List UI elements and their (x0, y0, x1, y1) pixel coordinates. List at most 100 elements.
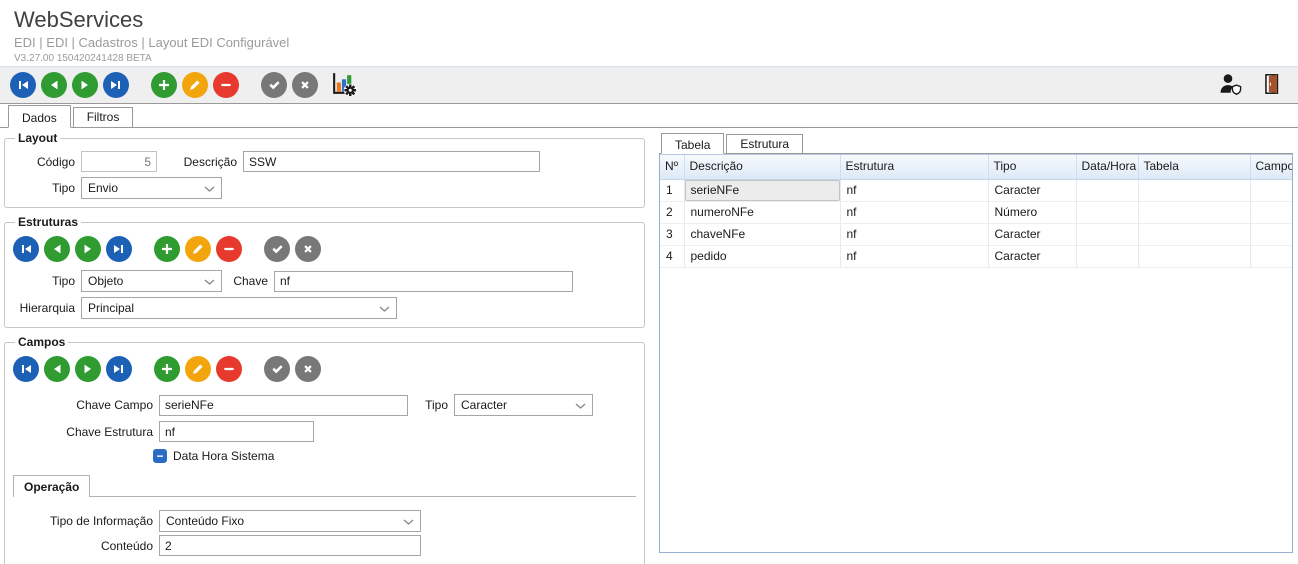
estruturas-nav-previous-button[interactable] (44, 236, 70, 262)
table-cell-selected[interactable]: serieNFe (684, 179, 840, 201)
estruturas-add-button[interactable] (154, 236, 180, 262)
campos-legend: Campos (15, 335, 68, 349)
campos-check-icon (269, 361, 285, 377)
campos-nav-first-button[interactable] (13, 356, 39, 382)
main-add-button[interactable] (151, 72, 177, 98)
campos-nav-next-button[interactable] (75, 356, 101, 382)
main-confirm-button[interactable] (261, 72, 287, 98)
hierarquia-select[interactable]: Principal (81, 297, 397, 319)
exit-button[interactable] (1260, 72, 1282, 99)
campos-add-button[interactable] (154, 356, 180, 382)
main-edit-button[interactable] (182, 72, 208, 98)
estruturas-delete-button[interactable] (216, 236, 242, 262)
campos-previous-icon (49, 361, 65, 377)
table-cell[interactable] (1250, 179, 1292, 201)
table-cell[interactable]: Caracter (988, 245, 1076, 267)
layout-tipo-select[interactable]: Envio (81, 177, 222, 199)
column-header-0[interactable]: Nº (660, 155, 684, 179)
table-cell[interactable] (1076, 245, 1138, 267)
table-cell[interactable]: 2 (660, 201, 684, 223)
table-cell[interactable] (1138, 245, 1250, 267)
table-cell[interactable]: nf (840, 245, 988, 267)
table-row: 2numeroNFenfNúmero (660, 201, 1292, 223)
table-cell[interactable] (1076, 179, 1138, 201)
table-cell[interactable]: 4 (660, 245, 684, 267)
column-header-1[interactable]: Descrição (684, 155, 840, 179)
campos-tipo-label: Tipo (408, 398, 448, 412)
main-nav-next-button[interactable] (72, 72, 98, 98)
table-cell[interactable] (1138, 201, 1250, 223)
main-last-icon (108, 77, 124, 93)
campos-tipo-select[interactable]: Caracter (454, 394, 593, 416)
table-cell[interactable]: chaveNFe (684, 223, 840, 245)
estruturas-edit-button[interactable] (185, 236, 211, 262)
main-minus-icon (218, 77, 234, 93)
codigo-field[interactable] (81, 151, 157, 172)
chart-settings-button[interactable] (330, 70, 357, 100)
tab-dados[interactable]: Dados (8, 105, 71, 128)
column-header-4[interactable]: Data/Hora (1076, 155, 1138, 179)
campos-confirm-button[interactable] (264, 356, 290, 382)
estruturas-previous-icon (49, 241, 65, 257)
campos-delete-button[interactable] (216, 356, 242, 382)
table-cell[interactable] (1250, 223, 1292, 245)
table-cell[interactable] (1250, 201, 1292, 223)
estruturas-nav-first-button[interactable] (13, 236, 39, 262)
descricao-label: Descrição (157, 155, 237, 169)
tab-filtros[interactable]: Filtros (73, 107, 134, 127)
table-cell[interactable]: numeroNFe (684, 201, 840, 223)
user-permissions-button[interactable] (1218, 72, 1242, 99)
chave-field[interactable] (274, 271, 573, 292)
table-cell[interactable] (1138, 223, 1250, 245)
tab-operacao[interactable]: Operação (13, 475, 90, 497)
main-nav-previous-button[interactable] (41, 72, 67, 98)
main-nav-last-button[interactable] (103, 72, 129, 98)
table-cell[interactable]: Caracter (988, 179, 1076, 201)
table-cell[interactable]: Caracter (988, 223, 1076, 245)
table-row: 1serieNFenfCaracter (660, 179, 1292, 201)
table-cell[interactable]: nf (840, 223, 988, 245)
estruturas-nav-last-button[interactable] (106, 236, 132, 262)
column-header-6[interactable]: Campo (1250, 155, 1292, 179)
fields-table-container: NºDescriçãoEstruturaTipoData/HoraTabelaC… (659, 154, 1293, 553)
table-cell[interactable]: Número (988, 201, 1076, 223)
campos-nav-previous-button[interactable] (44, 356, 70, 382)
estruturas-tipo-select[interactable]: Objeto (81, 270, 222, 292)
bar-chart-gear-icon (330, 70, 357, 100)
table-cell[interactable] (1076, 223, 1138, 245)
data-hora-sistema-checkbox[interactable]: − (153, 449, 167, 463)
campos-cancel-button[interactable] (295, 356, 321, 382)
main-cancel-button[interactable] (292, 72, 318, 98)
table-cell[interactable]: pedido (684, 245, 840, 267)
descricao-field[interactable] (243, 151, 540, 172)
estruturas-cancel-button[interactable] (295, 236, 321, 262)
chave-estrutura-field[interactable] (159, 421, 314, 442)
layout-legend: Layout (15, 131, 60, 145)
main-nav-first-button[interactable] (10, 72, 36, 98)
table-cell[interactable]: nf (840, 201, 988, 223)
fields-table: NºDescriçãoEstruturaTipoData/HoraTabelaC… (660, 155, 1292, 268)
table-cell[interactable] (1138, 179, 1250, 201)
table-cell[interactable]: 3 (660, 223, 684, 245)
table-cell[interactable] (1076, 201, 1138, 223)
tipo-informacao-select[interactable]: Conteúdo Fixo (159, 510, 421, 532)
main-delete-button[interactable] (213, 72, 239, 98)
tab-estrutura[interactable]: Estrutura (726, 134, 803, 153)
table-cell[interactable]: 1 (660, 179, 684, 201)
table-cell[interactable] (1250, 245, 1292, 267)
table-row: 3chaveNFenfCaracter (660, 223, 1292, 245)
campos-nav-last-button[interactable] (106, 356, 132, 382)
column-header-5[interactable]: Tabela (1138, 155, 1250, 179)
table-row: 4pedidonfCaracter (660, 245, 1292, 267)
campos-record-nav-toolbar (13, 356, 321, 382)
estruturas-confirm-button[interactable] (264, 236, 290, 262)
column-header-3[interactable]: Tipo (988, 155, 1076, 179)
campos-edit-button[interactable] (185, 356, 211, 382)
estruturas-nav-next-button[interactable] (75, 236, 101, 262)
page-header: WebServices EDI | EDI | Cadastros | Layo… (0, 0, 1298, 66)
column-header-2[interactable]: Estrutura (840, 155, 988, 179)
tab-tabela[interactable]: Tabela (661, 133, 724, 154)
chave-campo-field[interactable] (159, 395, 408, 416)
table-cell[interactable]: nf (840, 179, 988, 201)
codigo-label: Código (13, 155, 75, 169)
